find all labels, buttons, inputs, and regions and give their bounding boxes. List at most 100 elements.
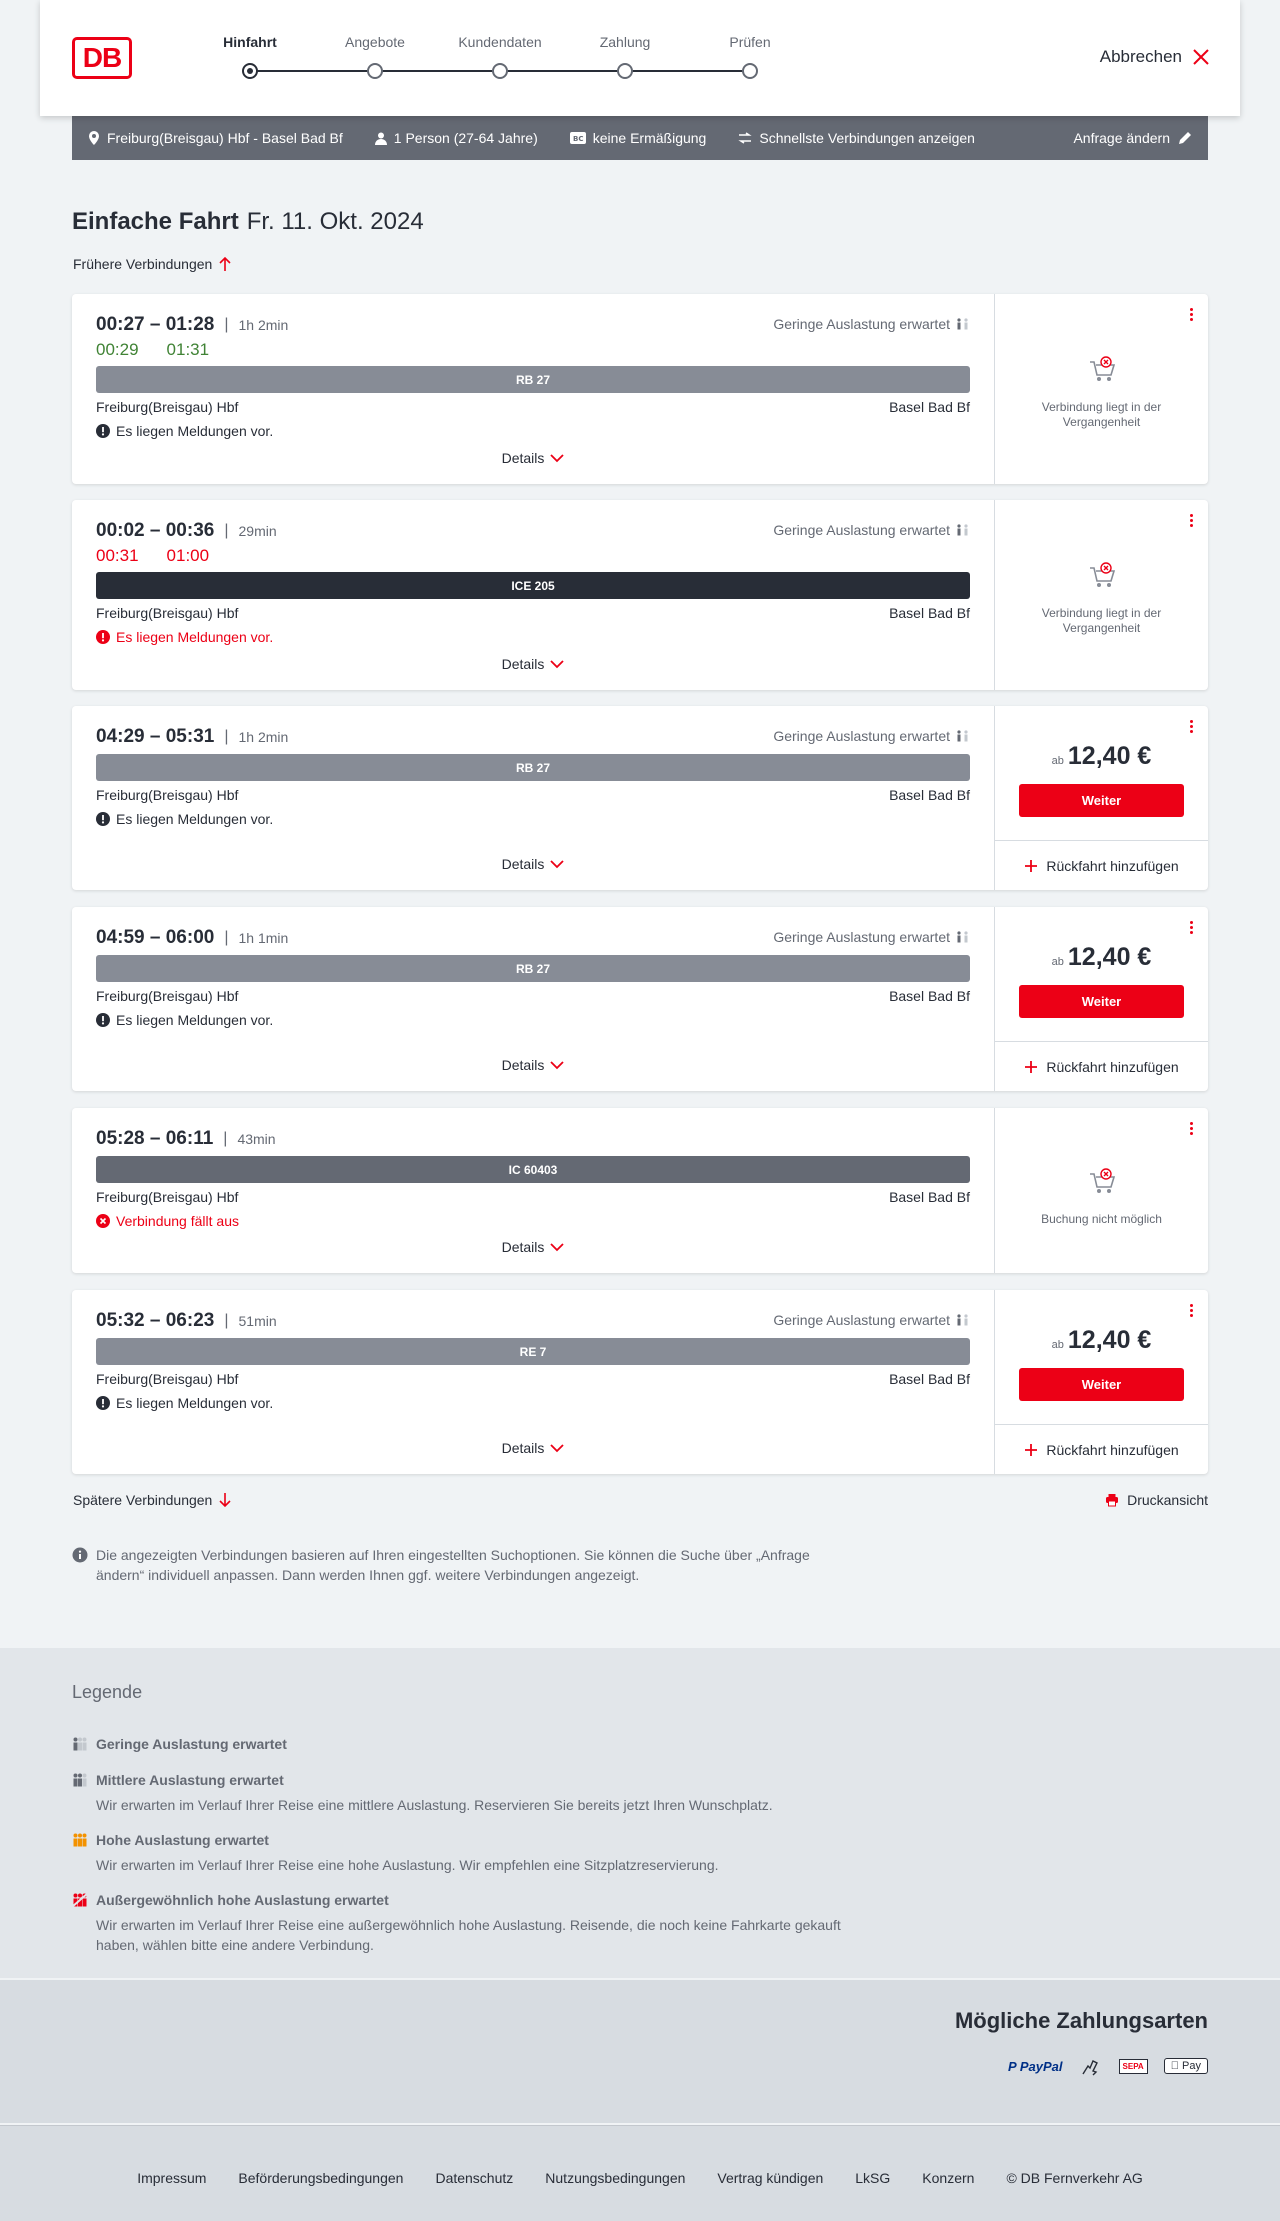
- connection-message[interactable]: Es liegen Meldungen vor.: [96, 629, 273, 645]
- details-toggle[interactable]: Details: [72, 656, 994, 672]
- footer-link[interactable]: LkSG: [855, 2170, 890, 2186]
- more-options-icon[interactable]: [1188, 921, 1194, 934]
- print-view-link[interactable]: Druckansicht: [1105, 1492, 1208, 1508]
- continue-button[interactable]: Weiter: [1019, 1368, 1184, 1401]
- earlier-connections-link[interactable]: Frühere Verbindungen: [73, 256, 232, 272]
- step-marker: [617, 63, 633, 79]
- more-options-icon[interactable]: [1188, 720, 1194, 733]
- duration: 1h 1min: [238, 930, 289, 946]
- footer-link[interactable]: Nutzungsbedingungen: [545, 2170, 685, 2186]
- connection-message[interactable]: Es liegen Meldungen vor.: [96, 811, 273, 827]
- occupancy-low-icon: [957, 318, 968, 330]
- step-kundendaten: Kundendaten: [458, 34, 542, 50]
- discount-item: BC keine Ermäßigung: [569, 130, 707, 146]
- train-bar[interactable]: RB 27: [96, 754, 970, 781]
- stations: Freiburg(Breisgau) Hbf Basel Bad Bf: [96, 988, 970, 1004]
- cancel-button[interactable]: Abbrechen: [1100, 47, 1210, 67]
- connection-card[interactable]: 05:32 – 06:23 | 51min Geringe Auslastung er…: [72, 1290, 1208, 1474]
- more-options-icon[interactable]: [1188, 514, 1194, 527]
- connection-card[interactable]: 00:02 – 00:36 | 29min Geringe Auslastung er…: [72, 500, 1208, 690]
- payment-methods: Mögliche Zahlungsarten P PayPal SEPA  P…: [0, 1980, 1280, 2123]
- search-info-note: Die angezeigten Verbindungen basieren au…: [72, 1545, 852, 1585]
- connection-message[interactable]: Es liegen Meldungen vor.: [96, 1012, 273, 1028]
- arrow-down-icon: [219, 1493, 231, 1508]
- occupancy-low-icon: [957, 931, 968, 943]
- departure-station: Freiburg(Breisgau) Hbf: [96, 399, 239, 415]
- legend-item-title: Außergewöhnlich hohe Auslastung erwartet: [72, 1892, 852, 1908]
- footer: Impressum Beförderungsbedingungen Datensch…: [0, 2125, 1280, 2221]
- details-toggle[interactable]: Details: [72, 1057, 994, 1073]
- train-bar[interactable]: ICE 205: [96, 572, 970, 599]
- details-toggle[interactable]: Details: [72, 1440, 994, 1456]
- add-return-trip-button[interactable]: Rückfahrt hinzufügen: [995, 1424, 1208, 1474]
- realtime-times: 00:31 01:00: [96, 546, 210, 565]
- footer-link[interactable]: Beförderungsbedingungen: [238, 2170, 403, 2186]
- train-bar[interactable]: RE 7: [96, 1338, 970, 1365]
- footer-link[interactable]: Datenschutz: [435, 2170, 513, 2186]
- step-hinfahrt: Hinfahrt: [223, 34, 277, 50]
- header: DB Hinfahrt Angebote Kundendaten Zahlung Prü…: [40, 0, 1240, 116]
- persons-item: 1 Person (27-64 Jahre): [374, 130, 538, 146]
- train-bar[interactable]: IC 60403: [96, 1156, 970, 1183]
- footer-link[interactable]: Konzern: [922, 2170, 974, 2186]
- svg-text:BC: BC: [573, 135, 583, 143]
- db-logo[interactable]: DB: [72, 37, 132, 79]
- add-return-trip-button[interactable]: Rückfahrt hinzufügen: [995, 840, 1208, 890]
- legend-item: Hohe Auslastung erwartet Wir erwarten im …: [72, 1832, 852, 1875]
- connection-message[interactable]: Es liegen Meldungen vor.: [96, 423, 273, 439]
- occupancy-indicator: Geringe Auslastung erwartet: [773, 728, 970, 744]
- stations: Freiburg(Breisgau) Hbf Basel Bad Bf: [96, 1371, 970, 1387]
- legend-item-desc: Wir erwarten im Verlauf Ihrer Reise eine…: [96, 1917, 841, 1953]
- cancel-icon: [96, 1214, 110, 1228]
- departure-station: Freiburg(Breisgau) Hbf: [96, 1189, 239, 1205]
- connection-card[interactable]: 04:29 – 05:31 | 1h 2min Geringe Auslastung …: [72, 706, 1208, 890]
- occupancy-low-icon: [957, 1314, 968, 1326]
- train-bar[interactable]: RB 27: [96, 366, 970, 393]
- plus-icon: [1025, 1060, 1038, 1073]
- connection-message[interactable]: Verbindung fällt aus: [96, 1213, 239, 1229]
- payment-icons: P PayPal SEPA  Pay: [1008, 2054, 1208, 2078]
- pencil-icon: [1179, 132, 1191, 144]
- cart-unavailable-icon: [1089, 562, 1115, 587]
- alert-icon: [96, 812, 110, 826]
- later-connections-link[interactable]: Spätere Verbindungen: [73, 1492, 232, 1508]
- alert-icon: [96, 630, 110, 644]
- footer-link[interactable]: © DB Fernverkehr AG: [1006, 2170, 1142, 2186]
- apple-pay-icon:  Pay: [1163, 2058, 1208, 2074]
- duration: 29min: [238, 523, 277, 539]
- occupancy-indicator: Geringe Auslastung erwartet: [773, 1312, 970, 1328]
- step-marker: [492, 63, 508, 79]
- details-toggle[interactable]: Details: [72, 856, 994, 872]
- details-toggle[interactable]: Details: [72, 450, 994, 466]
- footer-link[interactable]: Impressum: [137, 2170, 206, 2186]
- connection-message[interactable]: Es liegen Meldungen vor.: [96, 1395, 273, 1411]
- continue-button[interactable]: Weiter: [1019, 784, 1184, 817]
- booking-panel: ab 12,40 € Weiter Rückfahrt hinzufügen: [994, 907, 1208, 1091]
- legend-item: Mittlere Auslastung erwartet Wir erwarten…: [72, 1772, 852, 1815]
- duration: 51min: [238, 1313, 277, 1329]
- legend-item-desc: Wir erwarten im Verlauf Ihrer Reise eine…: [96, 1797, 773, 1813]
- step-angebote: Angebote: [345, 34, 405, 50]
- connection-card[interactable]: 00:27 – 01:28 | 1h 2min Geringe Auslastung …: [72, 294, 1208, 484]
- train-bar[interactable]: RB 27: [96, 955, 970, 982]
- add-return-trip-button[interactable]: Rückfahrt hinzufügen: [995, 1041, 1208, 1091]
- swap-icon: [738, 132, 753, 144]
- discount-text: keine Ermäßigung: [592, 130, 707, 146]
- change-request-button[interactable]: Anfrage ändern: [1073, 130, 1192, 146]
- more-options-icon[interactable]: [1188, 308, 1194, 321]
- booking-unavailable: Verbindung liegt in der Vergangenheit: [995, 560, 1208, 636]
- continue-button[interactable]: Weiter: [1019, 985, 1184, 1018]
- more-options-icon[interactable]: [1188, 1304, 1194, 1317]
- search-summary-bar: Freiburg(Breisgau) Hbf - Basel Bad Bf 1 …: [72, 116, 1208, 160]
- stations: Freiburg(Breisgau) Hbf Basel Bad Bf: [96, 787, 970, 803]
- plus-icon: [1025, 859, 1038, 872]
- booking-panel: ab 12,40 € Weiter Rückfahrt hinzufügen: [994, 706, 1208, 890]
- more-options-icon[interactable]: [1188, 1122, 1194, 1135]
- details-toggle[interactable]: Details: [72, 1239, 994, 1255]
- arrival-station: Basel Bad Bf: [889, 605, 970, 621]
- contactless-hand-icon: [1081, 2060, 1098, 2076]
- connection-card[interactable]: 05:28 – 06:11 | 43min IC 60403 Freiburg(Brei…: [72, 1108, 1208, 1273]
- connection-card[interactable]: 04:59 – 06:00 | 1h 1min Geringe Auslastung …: [72, 907, 1208, 1091]
- legend-item-desc: Wir erwarten im Verlauf Ihrer Reise eine…: [96, 1857, 719, 1873]
- footer-link[interactable]: Vertrag kündigen: [717, 2170, 823, 2186]
